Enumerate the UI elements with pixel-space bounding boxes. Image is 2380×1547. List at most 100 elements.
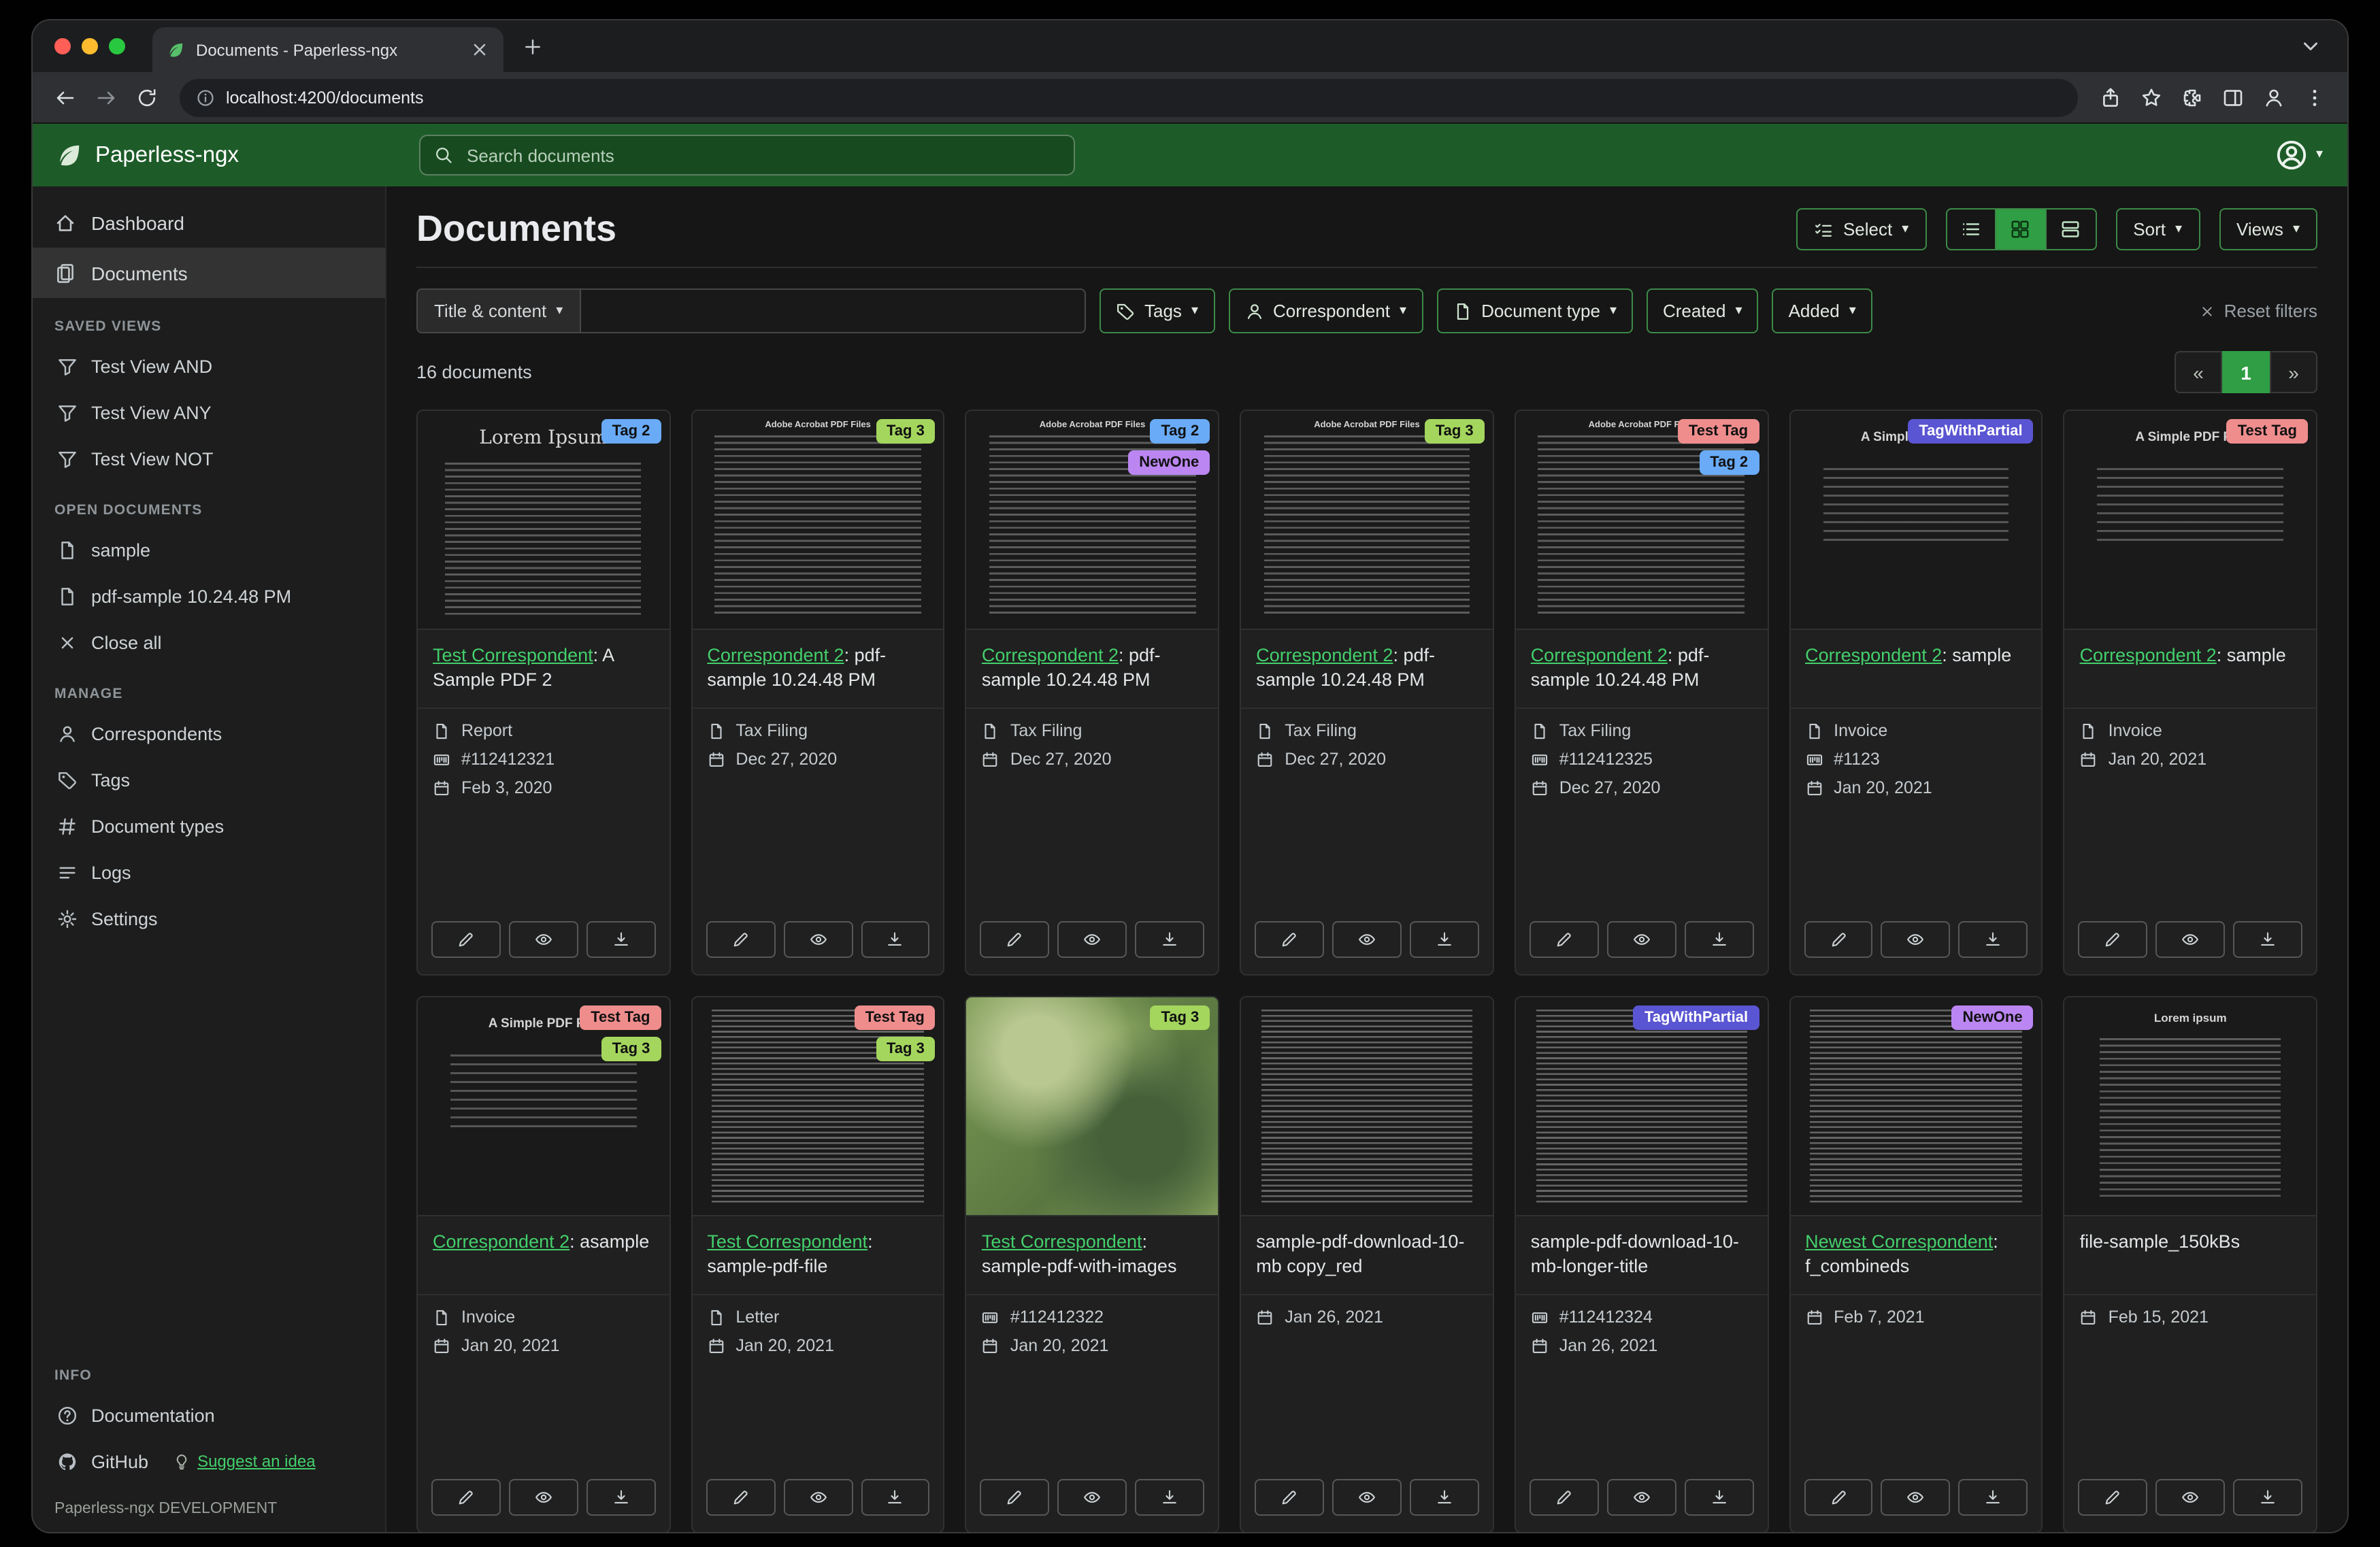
manage-item-tags[interactable]: Tags — [33, 756, 385, 803]
download-button[interactable] — [1959, 1479, 2028, 1516]
edit-button[interactable] — [1530, 921, 1599, 958]
tag-badge[interactable]: TagWithPartial — [1634, 1005, 1759, 1030]
tag-badge[interactable]: Test Tag — [580, 1005, 661, 1030]
title-content-input[interactable] — [580, 288, 1086, 333]
document-thumbnail[interactable]: NewOne — [1790, 997, 2041, 1216]
sidebar-item-dashboard[interactable]: Dashboard — [33, 197, 385, 248]
preview-button[interactable] — [2155, 1479, 2225, 1516]
tag-badge[interactable]: Test Tag — [1678, 419, 1759, 444]
document-thumbnail[interactable]: Adobe Acrobat PDF Files Tag 3 — [1241, 411, 1492, 630]
close-window-button[interactable] — [54, 38, 71, 54]
correspondent-link[interactable]: Test Correspondent — [982, 1231, 1142, 1252]
document-thumbnail[interactable]: Adobe Acrobat PDF Files Tag 3 — [692, 411, 943, 630]
tag-badge[interactable]: TagWithPartial — [1908, 419, 2033, 444]
saved-view-item[interactable]: Test View NOT — [33, 435, 385, 482]
download-button[interactable] — [861, 921, 930, 958]
correspondent-link[interactable]: Correspondent 2 — [707, 645, 844, 665]
back-button[interactable] — [46, 78, 84, 116]
edit-button[interactable] — [706, 1479, 775, 1516]
download-button[interactable] — [1135, 1479, 1204, 1516]
brand[interactable]: Paperless-ngx — [33, 141, 386, 169]
download-button[interactable] — [1410, 921, 1479, 958]
new-tab-button[interactable] — [514, 29, 550, 64]
correspondent-link[interactable]: Correspondent 2 — [982, 645, 1119, 665]
preview-button[interactable] — [1058, 921, 1127, 958]
document-thumbnail[interactable]: Adobe Acrobat PDF Files Test TagTag 2 — [1516, 411, 1767, 630]
tag-badge[interactable]: Test Tag — [855, 1005, 936, 1030]
document-thumbnail[interactable] — [1241, 997, 1492, 1216]
tags-filter-button[interactable]: Tags — [1100, 288, 1214, 333]
document-thumbnail[interactable]: A Simple PDF File TagWithPartial — [1790, 411, 2041, 630]
preview-button[interactable] — [2155, 921, 2225, 958]
correspondent-link[interactable]: Correspondent 2 — [433, 1231, 569, 1252]
download-button[interactable] — [1410, 1479, 1479, 1516]
document-thumbnail[interactable]: Lorem Ipsum Tag 2 — [418, 411, 669, 630]
preview-button[interactable] — [509, 1479, 578, 1516]
download-button[interactable] — [586, 921, 656, 958]
download-button[interactable] — [1959, 921, 2028, 958]
address-bar[interactable]: localhost:4200/documents — [180, 78, 2078, 116]
manage-item-settings[interactable]: Settings — [33, 895, 385, 942]
manage-item-document-types[interactable]: Document types — [33, 803, 385, 849]
edit-button[interactable] — [706, 921, 775, 958]
correspondent-filter-button[interactable]: Correspondent — [1228, 288, 1423, 333]
open-document-item[interactable]: pdf-sample 10.24.48 PM — [33, 573, 385, 619]
tag-badge[interactable]: Tag 2 — [1150, 419, 1210, 444]
preview-button[interactable] — [783, 921, 853, 958]
correspondent-link[interactable]: Test Correspondent — [433, 645, 593, 665]
select-button[interactable]: Select — [1797, 208, 1926, 250]
edit-button[interactable] — [1255, 921, 1324, 958]
preview-button[interactable] — [783, 1479, 853, 1516]
tag-badge[interactable]: Tag 3 — [876, 1037, 936, 1061]
download-button[interactable] — [586, 1479, 656, 1516]
tab-close-icon[interactable] — [469, 39, 490, 60]
edit-button[interactable] — [431, 921, 501, 958]
pagination-page-1-button[interactable]: 1 — [2222, 351, 2270, 393]
view-grid-button[interactable] — [1996, 208, 2046, 250]
edit-button[interactable] — [980, 921, 1050, 958]
edit-button[interactable] — [980, 1479, 1050, 1516]
download-button[interactable] — [2233, 921, 2302, 958]
edit-button[interactable] — [2079, 1479, 2148, 1516]
title-content-dropdown[interactable]: Title & content — [416, 288, 580, 333]
zoom-window-button[interactable] — [109, 38, 125, 54]
sidebar-item-documents[interactable]: Documents — [33, 248, 385, 298]
download-button[interactable] — [1684, 921, 1753, 958]
preview-button[interactable] — [1332, 921, 1402, 958]
sidebar-item-documentation[interactable]: Documentation — [33, 1392, 385, 1438]
pagination-next-button[interactable]: » — [2270, 351, 2317, 393]
edit-button[interactable] — [1804, 1479, 1873, 1516]
site-info-icon[interactable] — [196, 88, 215, 107]
correspondent-link[interactable]: Correspondent 2 — [1531, 645, 1668, 665]
view-details-button[interactable] — [2046, 208, 2096, 250]
minimize-window-button[interactable] — [82, 38, 98, 54]
preview-button[interactable] — [1881, 921, 1951, 958]
open-document-item[interactable]: sample — [33, 527, 385, 573]
download-button[interactable] — [2233, 1479, 2302, 1516]
tag-badge[interactable]: Tag 2 — [1699, 450, 1759, 475]
suggest-idea-link[interactable]: Suggest an idea — [173, 1452, 316, 1471]
preview-button[interactable] — [1332, 1479, 1402, 1516]
preview-button[interactable] — [1607, 1479, 1676, 1516]
manage-item-correspondents[interactable]: Correspondents — [33, 710, 385, 756]
tag-badge[interactable]: NewOne — [1128, 450, 1210, 475]
side-panel-button[interactable] — [2214, 78, 2252, 116]
edit-button[interactable] — [1804, 921, 1873, 958]
preview-button[interactable] — [1607, 921, 1676, 958]
reload-button[interactable] — [128, 78, 166, 116]
search-input[interactable] — [464, 144, 1060, 167]
share-button[interactable] — [2092, 78, 2130, 116]
edit-button[interactable] — [1530, 1479, 1599, 1516]
document-thumbnail[interactable]: Tag 3 — [967, 997, 1218, 1216]
preview-button[interactable] — [509, 921, 578, 958]
tab-search-chevron-icon[interactable] — [2298, 34, 2323, 59]
saved-view-item[interactable]: Test View ANY — [33, 389, 385, 435]
extensions-button[interactable] — [2173, 78, 2211, 116]
edit-button[interactable] — [431, 1479, 501, 1516]
tag-badge[interactable]: Tag 3 — [601, 1037, 661, 1061]
tag-badge[interactable]: NewOne — [1952, 1005, 2034, 1030]
reset-filters-button[interactable]: Reset filters — [2200, 301, 2317, 321]
bookmark-star-button[interactable] — [2132, 78, 2170, 116]
document-thumbnail[interactable]: Test Tag Tag 3 — [692, 997, 943, 1216]
sort-button[interactable]: Sort — [2115, 208, 2200, 250]
